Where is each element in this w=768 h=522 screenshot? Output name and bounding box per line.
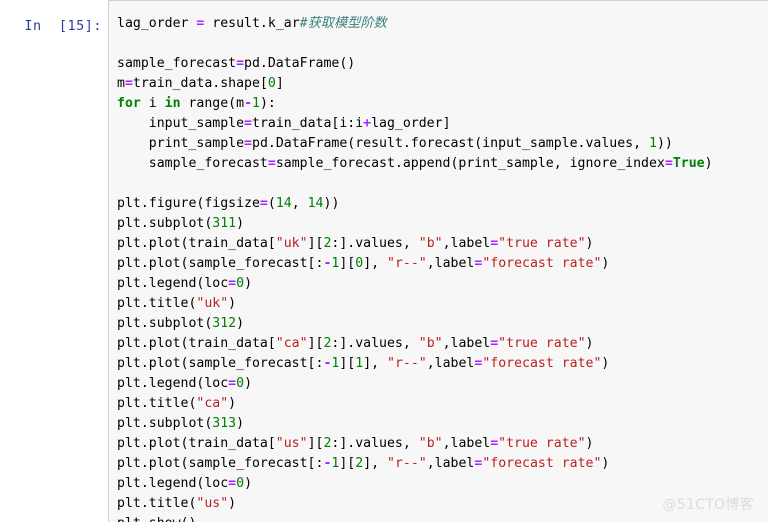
notebook-container: In [15]: lag_order = result.k_ar#获取模型阶数 … [0,0,768,522]
cell-execution-prompt[interactable]: In [15]: [0,0,108,36]
inline-comment: #获取模型阶数 [299,16,387,31]
code-editor-area[interactable]: lag_order = result.k_ar#获取模型阶数 sample_fo… [108,0,768,522]
notebook-code-cell[interactable]: In [15]: lag_order = result.k_ar#获取模型阶数 … [0,0,768,522]
code-source[interactable]: lag_order = result.k_ar#获取模型阶数 sample_fo… [117,14,768,522]
